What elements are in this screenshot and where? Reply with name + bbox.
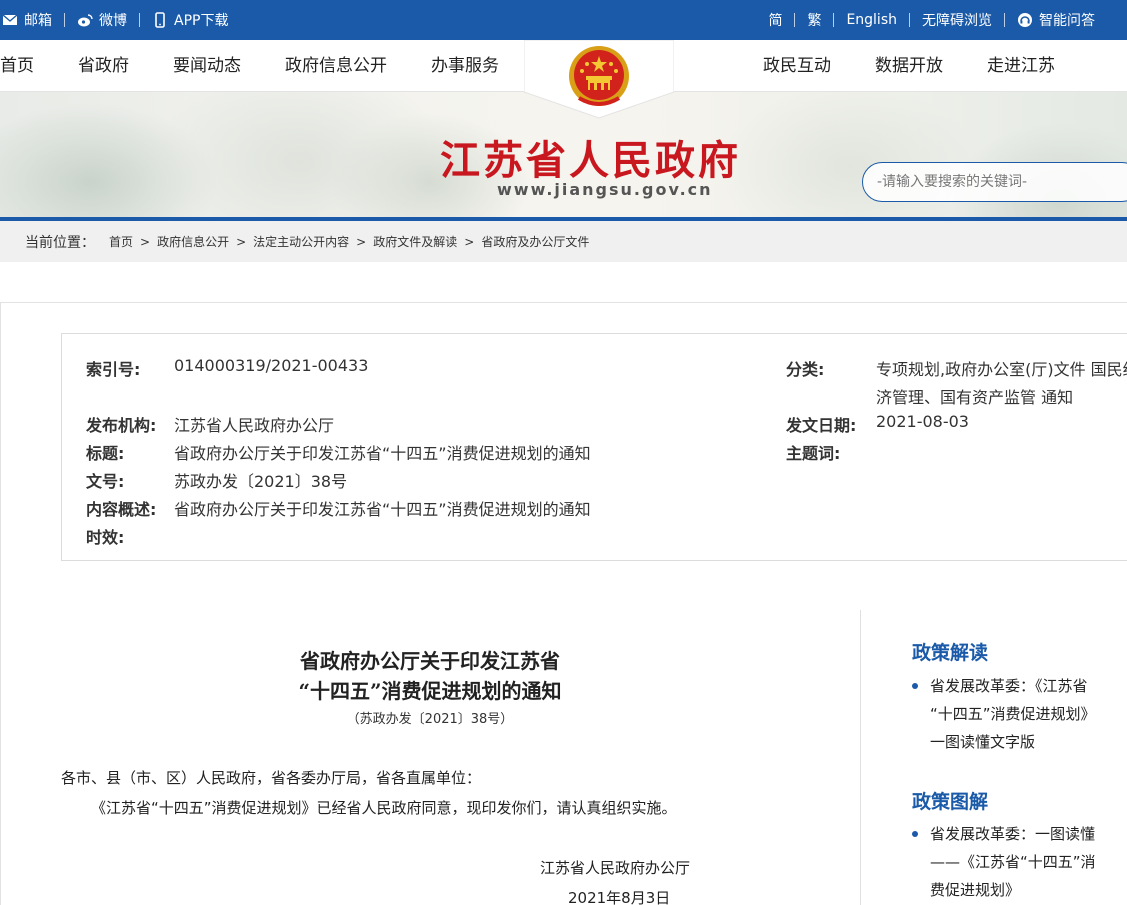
english-link[interactable]: English — [834, 0, 909, 40]
simplified-chinese-link[interactable]: 简 — [756, 0, 794, 40]
list-item-line: 省发展改革委：一图读懂 — [930, 825, 1096, 843]
policy-graphic-list: 省发展改革委：一图读懂 ——《江苏省“十四五”消 费促进规划》 — [912, 820, 1127, 904]
topbar-right: 简 繁 English 无障碍浏览 智能问答 — [756, 0, 1127, 40]
policy-interpretation-heading: 政策解读 — [912, 642, 989, 664]
policy-interpretation-list: 省发展改革委：《江苏省 “十四五”消费促进规划》 一图读懂文字版 — [912, 672, 1127, 756]
breadcrumb-item[interactable]: 政府信息公开 — [157, 233, 229, 250]
mail-link[interactable]: 邮箱 — [0, 0, 64, 40]
chevron-right-icon: > — [140, 234, 151, 249]
app-download-link[interactable]: APP下载 — [140, 0, 240, 40]
date-value: 2021-08-03 — [876, 412, 969, 431]
list-item-line: 一图读懂文字版 — [930, 733, 1036, 751]
index-label: 索引号: — [86, 360, 141, 379]
index-value: 014000319/2021-00433 — [174, 356, 369, 375]
search-input[interactable]: -请输入要搜索的关键词- — [862, 162, 1127, 202]
app-download-label: APP下载 — [174, 13, 229, 29]
category-value-line1: 专项规划,政府办公室(厅)文件 国民经 — [876, 360, 1127, 379]
nav-news[interactable]: 要闻动态 — [173, 40, 241, 92]
category-value-line2: 济管理、国有资产监管 通知 — [876, 388, 1074, 407]
summary-label: 内容概述: — [86, 500, 157, 519]
phone-icon — [155, 12, 165, 28]
breadcrumb-item[interactable]: 首页 — [109, 233, 133, 250]
breadcrumb-label: 当前位置： — [25, 234, 95, 251]
smart-qa-label: 智能问答 — [1039, 13, 1095, 29]
category-label: 分类: — [786, 360, 825, 379]
content-divider — [860, 610, 861, 905]
emblem-notch — [523, 39, 675, 120]
article-salutation: 各市、县（市、区）人民政府，省各委办厅局，省各直属单位： — [61, 769, 482, 787]
chevron-right-icon: > — [464, 234, 475, 249]
nav-services[interactable]: 办事服务 — [431, 40, 499, 92]
subject-label: 主题词: — [786, 444, 841, 463]
article-body: 《江苏省“十四五”消费促进规划》已经省人民政府同意，现印发你们，请认真组织实施。 — [91, 799, 677, 817]
weibo-icon — [78, 14, 93, 27]
breadcrumb-item[interactable]: 政府文件及解读 — [373, 233, 457, 250]
nav-interaction[interactable]: 政民互动 — [763, 40, 831, 92]
mail-label: 邮箱 — [24, 13, 52, 29]
article-signature: 江苏省人民政府办公厅 — [540, 859, 691, 877]
breadcrumb-item[interactable]: 省政府及办公厅文件 — [481, 233, 589, 250]
accessibility-link[interactable]: 无障碍浏览 — [910, 0, 1004, 40]
breadcrumb-item[interactable]: 法定主动公开内容 — [253, 233, 349, 250]
breadcrumb: 当前位置： 首页 > 政府信息公开 > 法定主动公开内容 > 政府文件及解读 >… — [0, 221, 1127, 262]
issuer-value: 江苏省人民政府办公厅 — [174, 416, 335, 435]
date-label: 发文日期: — [786, 416, 857, 435]
article-title-line2: “十四五”消费促进规划的通知 — [298, 679, 562, 703]
docno-label: 文号: — [86, 472, 125, 491]
list-item[interactable]: 省发展改革委：一图读懂 ——《江苏省“十四五”消 费促进规划》 — [912, 820, 1127, 904]
chevron-right-icon: > — [236, 234, 247, 249]
list-item-line: 费促进规划》 — [930, 881, 1021, 899]
summary-value: 省政府办公厅关于印发江苏省“十四五”消费促进规划的通知 — [174, 500, 591, 519]
article-date: 2021年8月3日 — [568, 889, 671, 905]
list-item-line: ——《江苏省“十四五”消 — [930, 853, 1096, 871]
weibo-link[interactable]: 微博 — [65, 0, 139, 40]
nav-home[interactable]: 首页 — [0, 40, 34, 92]
topbar-left: 邮箱 微博 APP下载 — [0, 0, 240, 40]
docno-value: 苏政办发〔2021〕38号 — [174, 472, 348, 491]
nav-about-jiangsu[interactable]: 走进江苏 — [987, 40, 1055, 92]
validity-label: 时效: — [86, 528, 125, 547]
title-value: 省政府办公厅关于印发江苏省“十四五”消费促进规划的通知 — [174, 444, 591, 463]
list-item-line: “十四五”消费促进规划》 — [930, 705, 1096, 723]
national-emblem-icon — [523, 39, 675, 119]
list-item-line: 省发展改革委：《江苏省 — [930, 677, 1088, 695]
list-item[interactable]: 省发展改革委：《江苏省 “十四五”消费促进规划》 一图读懂文字版 — [912, 672, 1127, 756]
site-url: www.jiangsu.gov.cn — [497, 180, 713, 199]
traditional-chinese-link[interactable]: 繁 — [795, 0, 833, 40]
article-title-line1: 省政府办公厅关于印发江苏省 — [300, 649, 560, 673]
mail-icon — [2, 14, 18, 25]
issuer-label: 发布机构: — [86, 416, 157, 435]
chevron-right-icon: > — [356, 234, 367, 249]
weibo-label: 微博 — [99, 13, 127, 29]
site-title: 江苏省人民政府 — [440, 137, 741, 184]
article-doc-number: （苏政办发〔2021〕38号） — [346, 712, 514, 727]
nav-open-data[interactable]: 数据开放 — [875, 40, 943, 92]
policy-graphic-heading: 政策图解 — [912, 791, 989, 813]
headset-icon — [1018, 13, 1032, 27]
title-label: 标题: — [86, 444, 125, 463]
top-utility-bar: 邮箱 微博 APP下载 简 繁 English 无障碍浏览 智能问答 — [0, 0, 1127, 40]
nav-information-disclosure[interactable]: 政府信息公开 — [285, 40, 387, 92]
nav-provincial-government[interactable]: 省政府 — [78, 40, 129, 92]
smart-qa-link[interactable]: 智能问答 — [1005, 0, 1127, 40]
